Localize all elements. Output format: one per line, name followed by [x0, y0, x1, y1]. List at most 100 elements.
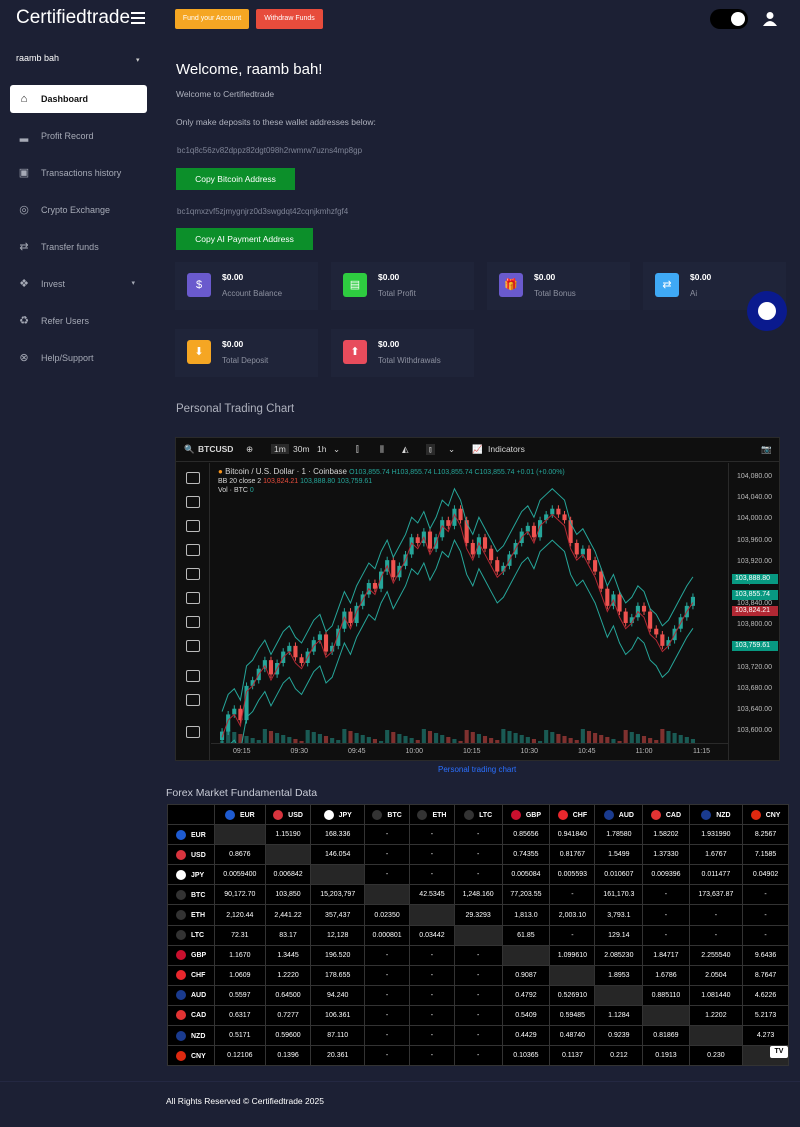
ruler-icon[interactable] [186, 670, 200, 682]
sidebar-item-crypto-exchange[interactable]: ◎ Crypto Exchange [10, 196, 147, 224]
fund-account-button[interactable]: Fund your Account [175, 9, 249, 29]
flag-icon [176, 889, 186, 900]
forex-cell: 173,637.87 [688, 884, 744, 906]
forex-cell: 0.005593 [549, 864, 596, 886]
flag-icon [224, 809, 235, 820]
trading-chart[interactable]: 🔍 BTCUSD ⊕ 1m 30m 1h ⌄ ⫿ ⫼ ◭ ⫾ ⌄ 📈 Indic… [175, 437, 780, 761]
time-axis[interactable]: 09:15 09:30 09:45 10:00 10:15 10:30 10:45 11:00… [211, 743, 728, 760]
forex-cell: 29.3293 [453, 904, 503, 926]
user-icon[interactable] [763, 11, 777, 27]
volume-bar [354, 733, 359, 743]
crosshair-icon[interactable] [186, 472, 200, 484]
price-plot[interactable] [211, 463, 728, 743]
stat-label: Account Balance [222, 289, 283, 298]
horizontal-lines-icon[interactable] [186, 520, 200, 532]
chevron-down-icon[interactable]: ⌄ [333, 444, 340, 455]
forex-cell [214, 824, 266, 846]
volume-bar [385, 730, 390, 743]
camera-icon[interactable]: 📷 [761, 444, 772, 455]
chart-section-title: Personal Trading Chart [176, 403, 295, 415]
candle-body [427, 531, 433, 549]
volume-bar [403, 736, 408, 743]
compare-icon[interactable]: ⊕ [246, 444, 253, 455]
chat-widget-button[interactable] [747, 291, 787, 331]
chart-caption-link[interactable]: Personal trading chart [438, 765, 516, 774]
candles-icon[interactable]: ⫼ [380, 444, 384, 455]
footer: All Rights Reserved © Certifiedtrade 202… [0, 1081, 800, 1127]
zoom-icon[interactable] [186, 694, 200, 706]
search-icon[interactable]: 🔍 [184, 444, 195, 455]
sidebar-item-label: Transfer funds [41, 242, 99, 252]
candle-body [458, 508, 463, 521]
forex-col-header: AUD [594, 803, 644, 826]
vol-label: Vol · BTC [218, 487, 248, 494]
volume-bar [281, 735, 286, 743]
price-tick: 103,960.00 [737, 536, 773, 544]
interval-1m[interactable]: 1m [271, 444, 289, 454]
price-axis[interactable]: 104,080.00 104,040.00 104,000.00 103,960.00… [728, 463, 779, 760]
sidebar-item-dashboard[interactable]: ⌂ Dashboard [10, 85, 147, 113]
vol-value: 0 [249, 487, 254, 494]
forex-cell: 0.74355 [501, 844, 551, 866]
currency-code: ETH [432, 811, 447, 819]
pattern-icon[interactable] [186, 544, 200, 556]
time-tick: 10:15 [463, 748, 481, 755]
candle-body [495, 560, 500, 572]
sidebar-item-refer-users[interactable]: ♻ Refer Users [10, 307, 147, 335]
withdraw-funds-button[interactable]: Withdraw Funds [256, 9, 323, 29]
chevron-down-icon[interactable]: ⌄ [448, 444, 455, 455]
indicators-button[interactable]: Indicators [488, 444, 525, 454]
text-icon[interactable] [186, 616, 200, 628]
magnet-icon[interactable] [186, 726, 200, 738]
flag-icon [176, 950, 186, 961]
menu-toggle-icon[interactable] [131, 12, 145, 24]
sidebar-item-profit-record[interactable]: ▂ Profit Record [10, 122, 147, 150]
candle-body [623, 611, 628, 623]
forex-cell: - [453, 1045, 503, 1067]
forex-cell: 1,248.160 [453, 884, 503, 906]
indicators-icon[interactable]: 📈 [472, 444, 483, 455]
copy-ai-address-button[interactable]: Copy AI Payment Address [176, 228, 313, 250]
sidebar-item-transactions-history[interactable]: ▣ Transactions history [10, 159, 147, 187]
trendline-icon[interactable] [186, 496, 200, 508]
forex-cell: 0.9087 [501, 964, 551, 986]
forex-cell: - [549, 924, 596, 946]
forex-cell: 1,813.0 [501, 904, 551, 926]
candle-body [654, 628, 659, 635]
flag-icon [176, 1050, 186, 1061]
theme-toggle[interactable] [710, 9, 748, 29]
forex-cell: 5.2173 [742, 1004, 789, 1027]
forex-col-header: LTC [453, 803, 503, 826]
sidebar-item-invest[interactable]: ❖ Invest ▾ [10, 270, 147, 298]
flag-icon [176, 930, 186, 941]
forex-cell: - [363, 1004, 411, 1027]
emoji-icon[interactable] [186, 640, 200, 652]
volume-bar [470, 732, 475, 743]
forex-cell: 1.931990 [688, 824, 744, 846]
sidebar-username[interactable]: raamb bah [16, 53, 59, 63]
stat-label: Total Deposit [222, 356, 269, 365]
time-tick: 10:45 [578, 748, 596, 755]
table-row: CHF 1.0609 1.2220 178.655- - -0.9087 1.8953 1.6… [167, 964, 789, 986]
sidebar-item-transfer-funds[interactable]: ⇄ Transfer funds [10, 233, 147, 261]
brand-logo[interactable]: Certifiedtrade [16, 7, 130, 29]
candle-body [323, 634, 329, 652]
candlestick-icon[interactable]: ⫾ [426, 444, 435, 455]
stat-icon: $ [187, 273, 211, 297]
fib-icon[interactable] [186, 568, 200, 580]
interval-30m[interactable]: 30m [293, 444, 310, 454]
forex-col-header: EUR [214, 803, 266, 826]
interval-1h[interactable]: 1h [317, 444, 326, 454]
stat-icon: ⬇ [187, 340, 211, 364]
sidebar-item-help-support[interactable]: ⊗ Help/Support [10, 344, 147, 372]
area-chart-icon[interactable]: ◭ [402, 444, 409, 455]
bar-style-icon[interactable]: ⫿ [356, 444, 359, 455]
forex-cell: 1.5499 [594, 844, 644, 866]
chevron-down-icon[interactable]: ▾ [136, 56, 140, 64]
brush-icon[interactable] [186, 592, 200, 604]
candle-body [556, 508, 561, 515]
symbol-selector[interactable]: BTCUSD [198, 444, 233, 454]
table-row: LTC 72.31 83.17 12,128 0.000801 0.03442 61.85-… [167, 924, 789, 946]
footer-copyright: All Rights Reserved © Certifiedtrade 202… [166, 1096, 324, 1106]
copy-bitcoin-address-button[interactable]: Copy Bitcoin Address [176, 168, 295, 190]
